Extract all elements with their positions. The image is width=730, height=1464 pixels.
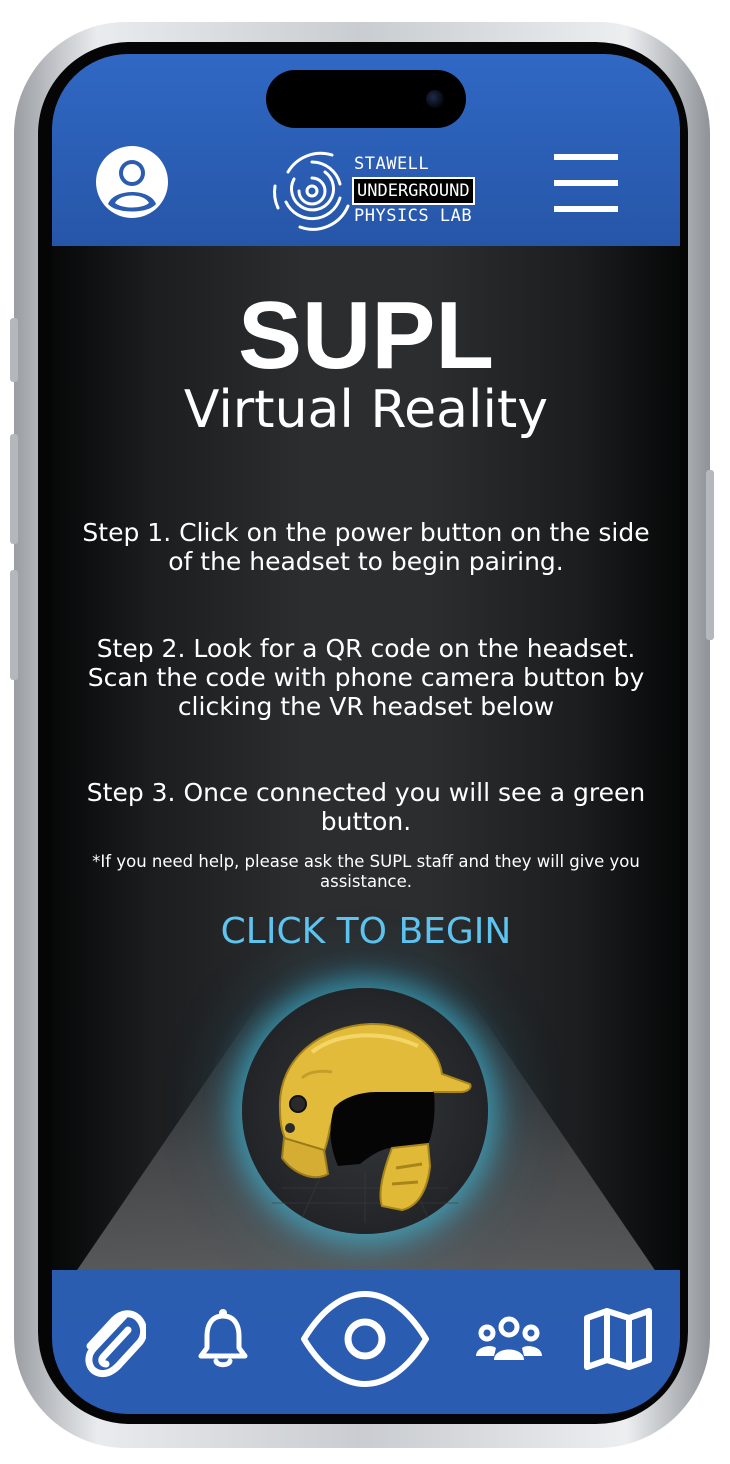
action-button bbox=[10, 318, 18, 382]
bottom-navigation bbox=[52, 1270, 680, 1414]
map-icon[interactable] bbox=[584, 1308, 652, 1370]
instruction-step-2: Step 2. Look for a QR code on the headse… bbox=[87, 634, 645, 721]
hamburger-menu-icon[interactable] bbox=[554, 152, 618, 214]
help-note: *If you need help, please ask the SUPL s… bbox=[92, 852, 640, 891]
front-camera bbox=[426, 90, 444, 108]
top-header: STAWELL UNDERGROUND PHYSICS LAB bbox=[52, 54, 680, 246]
power-button bbox=[706, 470, 714, 640]
eye-icon[interactable] bbox=[300, 1290, 430, 1388]
paperclip-icon[interactable] bbox=[80, 1302, 146, 1378]
bell-icon[interactable] bbox=[198, 1308, 248, 1368]
vr-headset-button[interactable] bbox=[242, 988, 488, 1234]
app-screen: STAWELL UNDERGROUND PHYSICS LAB SUPL Vir… bbox=[52, 54, 680, 1414]
volume-down-button bbox=[10, 570, 18, 680]
volume-up-button bbox=[10, 434, 18, 544]
vr-helmet-image bbox=[272, 1022, 472, 1223]
group-icon[interactable] bbox=[474, 1316, 544, 1362]
instruction-step-1: Step 1. Click on the power button on the… bbox=[82, 518, 650, 576]
click-to-begin-button[interactable]: CLICK TO BEGIN bbox=[52, 910, 680, 954]
supl-logo: STAWELL UNDERGROUND PHYSICS LAB bbox=[270, 146, 475, 236]
dynamic-island bbox=[266, 70, 466, 128]
concentric-rings-logo-icon bbox=[273, 151, 350, 231]
user-circle-icon[interactable] bbox=[94, 144, 170, 220]
instruction-step-3: Step 3. Once connected you will see a gr… bbox=[86, 778, 646, 836]
page-title: SUPL bbox=[237, 282, 495, 389]
logo-line-physics-lab: PHYSICS LAB bbox=[354, 206, 473, 226]
page-subtitle: Virtual Reality bbox=[183, 380, 549, 440]
logo-line-underground: UNDERGROUND bbox=[352, 177, 475, 205]
logo-line-stawell: STAWELL bbox=[354, 154, 430, 174]
